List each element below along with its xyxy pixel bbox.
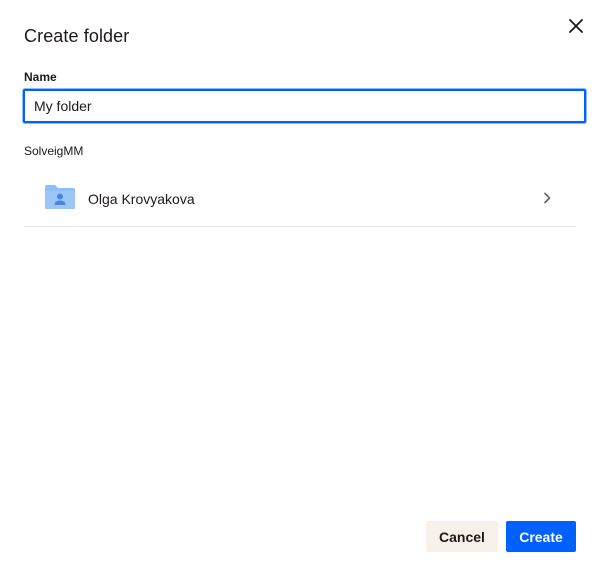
shared-folder-icon: [45, 185, 75, 209]
create-folder-dialog: Create folder Name SolveigMM Olga Krovya…: [0, 0, 601, 579]
close-button[interactable]: [564, 14, 588, 38]
folder-list-item[interactable]: Olga Krovyakova: [24, 172, 576, 227]
create-button[interactable]: Create: [506, 521, 576, 552]
chevron-right-icon[interactable]: [539, 190, 555, 206]
location-label: SolveigMM: [24, 144, 84, 158]
folder-name: Olga Krovyakova: [88, 191, 195, 207]
name-label: Name: [24, 70, 57, 84]
folder-name-input[interactable]: [23, 89, 586, 123]
dialog-title: Create folder: [24, 26, 130, 46]
cancel-button[interactable]: Cancel: [426, 521, 498, 552]
close-icon: [569, 19, 583, 33]
